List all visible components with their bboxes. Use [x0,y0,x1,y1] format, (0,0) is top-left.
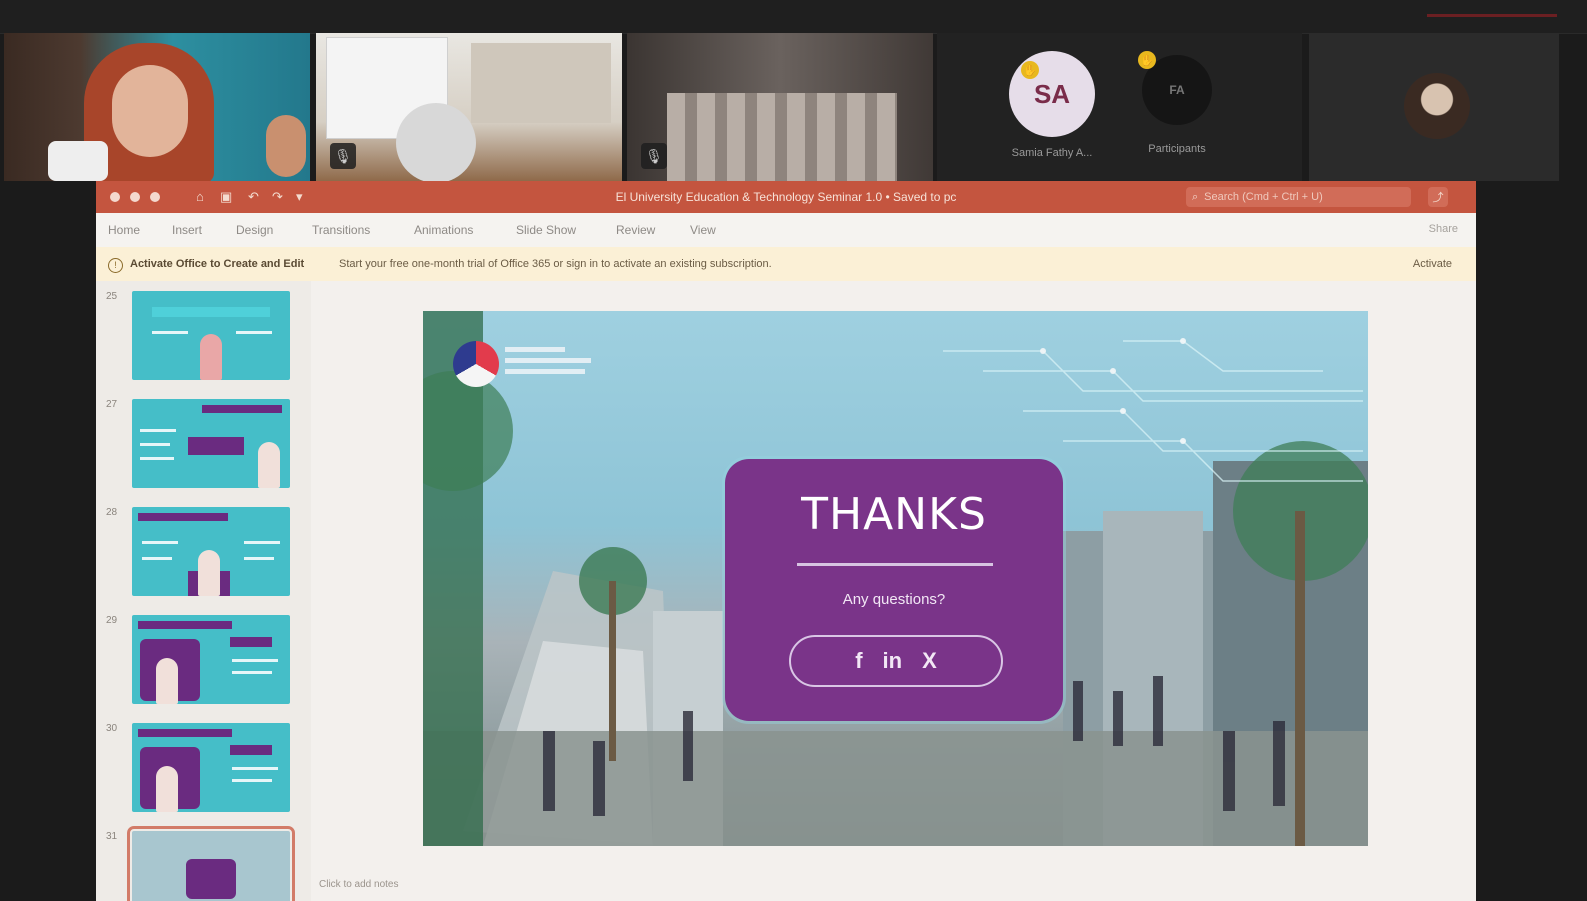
slide-thumbnail[interactable] [132,723,290,812]
warning-icon: ! [108,258,123,273]
undo-icon[interactable]: ↶ [248,189,259,205]
redo-icon[interactable]: ↷ [272,189,283,205]
minimize-window-button[interactable] [130,192,140,202]
slide-editor: THANKS Any questions? f in X Click to ad… [311,281,1476,901]
participant-face [266,115,306,177]
activation-notice: ! Activate Office to Create and Edit Sta… [96,247,1476,282]
search-icon: ⌕ [1192,190,1199,203]
window [471,43,611,123]
slide-number: 29 [106,615,118,626]
slide-number: 27 [106,399,118,410]
linkedin-icon: in [882,648,903,673]
window-titlebar: ⌂ ▣ ↶ ↷ ▾ El University Education & Tech… [96,181,1476,213]
microphone-muted-icon: 🎙 [330,143,356,169]
raised-hand-icon: ✋ [1021,61,1039,79]
recording-indicator [1427,14,1557,17]
notes-placeholder[interactable]: Click to add notes [319,879,399,890]
slide-thumbnail[interactable] [132,615,290,704]
powerpoint-window: ⌂ ▣ ↶ ↷ ▾ El University Education & Tech… [96,181,1476,901]
video-gallery: 🎙 🎙 SA Samia Fathy A... ✋ FA Participant… [0,33,1587,183]
participant-tile-fa[interactable]: FA Participants [1117,33,1237,181]
participant-head [396,103,476,181]
curtains [667,93,897,181]
tab-review[interactable]: Review [616,223,655,237]
tab-design[interactable]: Design [236,223,273,237]
facebook-icon: f [855,648,863,673]
top-menu-bar [0,0,1587,34]
logo-wordmark [505,347,595,380]
maximize-window-button[interactable] [150,192,160,202]
tab-view[interactable]: View [690,223,716,237]
participant-tile-sa[interactable]: SA Samia Fathy A... [992,33,1112,181]
home-icon[interactable]: ⌂ [196,189,204,204]
ribbon-tabs: Home Insert Design Transitions Animation… [96,213,1476,248]
thanks-card: THANKS Any questions? f in X [725,459,1063,721]
divider-line [797,563,993,566]
customize-toolbar-icon[interactable]: ▾ [296,189,303,205]
slide-title: THANKS [801,489,987,540]
x-icon: X [922,648,937,673]
search-placeholder: Search (Cmd + Ctrl + U) [1204,191,1323,203]
slide-number: 30 [106,723,118,734]
activate-button[interactable]: Activate [1413,258,1452,270]
share-button[interactable]: Share [1429,223,1458,235]
notice-title: Activate Office to Create and Edit [130,258,305,270]
slide-thumbnail[interactable] [132,507,290,596]
participant-name: Samia Fathy A... [1011,147,1093,159]
save-icon[interactable]: ▣ [220,189,232,205]
slide-thumbnail-selected[interactable] [127,826,295,901]
slide-subtitle: Any questions? [842,591,946,608]
share-icon[interactable]: ⤴ [1428,187,1448,207]
slide-number: 31 [106,831,118,842]
slide-thumbnail-panel: 25 27 28 29 30 31 [96,281,311,901]
participant-video-tile[interactable] [1309,33,1559,181]
participant-video-tile[interactable]: 🎙 [627,33,933,181]
raised-hand-icon: ✋ [1138,51,1156,69]
notice-message: Start your free one-month trial of Offic… [339,258,772,270]
microphone-muted-icon: 🎙 [641,143,667,169]
tab-home[interactable]: Home [108,223,140,237]
participant-name: Participants [1148,143,1206,155]
participant-face [112,65,188,157]
slide-thumbnail[interactable] [132,291,290,380]
current-slide[interactable]: THANKS Any questions? f in X [423,311,1368,846]
tab-slide-show[interactable]: Slide Show [516,223,576,237]
search-field[interactable]: ⌕ Search (Cmd + Ctrl + U) [1186,187,1411,207]
participant-video-tile[interactable]: 🎙 [316,33,622,181]
slide-number: 28 [106,507,118,518]
avatar-photo [1404,73,1470,139]
social-links: f in X [789,635,1003,687]
slide-thumbnail[interactable] [132,399,290,488]
tab-animations[interactable]: Animations [414,223,473,237]
participant-clothing [48,141,108,181]
document-title: El University Education & Technology Sem… [615,190,957,204]
university-logo [453,341,499,387]
slide-number: 25 [106,291,118,302]
close-window-button[interactable] [110,192,120,202]
tab-insert[interactable]: Insert [172,223,202,237]
tab-transitions[interactable]: Transitions [312,223,370,237]
participant-video-tile[interactable] [4,33,310,181]
